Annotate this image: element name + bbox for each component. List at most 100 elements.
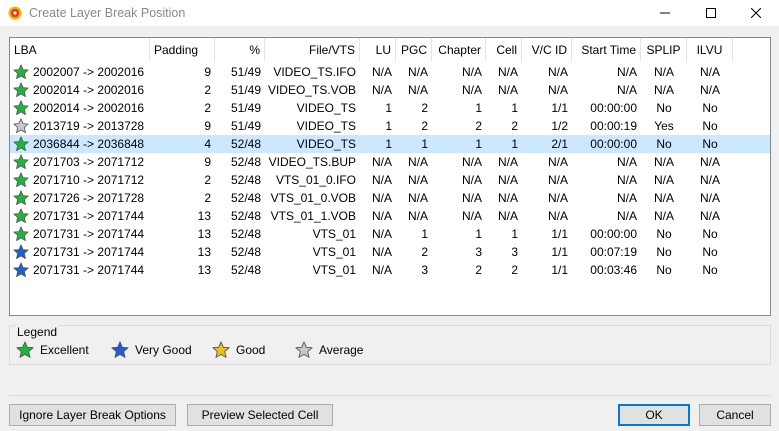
ignore-layer-break-button[interactable]: Ignore Layer Break Options	[9, 404, 176, 426]
column-header-chapter[interactable]: Chapter	[432, 38, 486, 62]
cell-lu: 1	[385, 119, 392, 133]
cell-padding: 9	[204, 65, 211, 79]
table-row-selected[interactable]: 2036844 -> 2036848 4 52/48 VIDEO_TS 1 1 1 1 2/1 0…	[10, 135, 770, 153]
cell-file-vts: VIDEO_TS	[296, 119, 356, 133]
table-row[interactable]: 2071731 -> 2071744 13 52/48 VTS_01 N/A 2 3 3 1/1…	[10, 243, 770, 261]
column-header-cell[interactable]: Cell	[486, 38, 522, 62]
legend-title: Legend	[16, 325, 59, 339]
cell-vc-id: N/A	[547, 209, 568, 223]
cell-padding: 2	[204, 83, 211, 97]
cell-start-time: 00:00:19	[590, 119, 637, 133]
minimize-icon	[660, 12, 670, 14]
cell-file-vts: VIDEO_TS.IFO	[273, 65, 356, 79]
legend-group: Legend Excellent Very Good Good Average	[9, 325, 771, 365]
table-row[interactable]: 2071726 -> 2071728 2 52/48 VTS_01_0.VOB N/A N…	[10, 189, 770, 207]
maximize-button[interactable]	[688, 0, 734, 26]
column-header-pgc[interactable]: PGC	[396, 38, 432, 62]
table-row[interactable]: 2013719 -> 2013728 9 51/49 VIDEO_TS 1 2 2 2 1/2 0…	[10, 117, 770, 135]
cell-lba-container: 2071726 -> 2071728	[10, 189, 150, 207]
cell-start-time: 00:00:00	[590, 101, 637, 115]
column-header-percent[interactable]: %	[215, 38, 265, 62]
cell-splip: No	[656, 227, 672, 241]
cell-percent: 52/48	[230, 209, 261, 223]
table-row[interactable]: 2002014 -> 2002016 2 51/49 VIDEO_TS 1 2 1 1 1/1 0…	[10, 99, 770, 117]
cell-lba-container: 2071703 -> 2071712	[10, 153, 150, 171]
cell-splip: N/A	[653, 65, 674, 79]
cell-start-time: N/A	[616, 209, 637, 223]
layer-break-list[interactable]: LBA Padding% File/VTS LU PGC Chapter Cell V/C I…	[9, 37, 771, 316]
cell-lu: N/A	[371, 209, 392, 223]
table-row[interactable]: 2071731 -> 2071744 13 52/48 VTS_01_1.VOB N/A…	[10, 207, 770, 225]
star-blue-icon	[111, 341, 129, 358]
cell-splip: No	[656, 137, 672, 151]
table-row[interactable]: 2002007 -> 2002016 9 51/49 VIDEO_TS.IFO N/A N…	[10, 63, 770, 81]
column-header-lba[interactable]: LBA	[10, 38, 150, 62]
table-row[interactable]: 2071731 -> 2071744 13 52/48 VTS_01 N/A 1 1 1 1/1…	[10, 225, 770, 243]
column-header-lu[interactable]: LU	[360, 38, 396, 62]
star-green-icon	[13, 100, 29, 116]
cell-percent: 52/48	[230, 227, 261, 241]
cell-percent: 52/48	[230, 173, 261, 187]
cell-chapter: N/A	[461, 209, 482, 223]
cell-padding: 13	[197, 263, 211, 277]
star-green-icon	[13, 172, 29, 188]
table-row[interactable]: 2071710 -> 2071712 2 52/48 VTS_01_0.IFO N/A N…	[10, 171, 770, 189]
cell-lba: 2071731 -> 2071744	[33, 263, 145, 277]
cell-pgc: N/A	[407, 191, 428, 205]
cell-ilvu: N/A	[699, 155, 720, 169]
cell-chapter: N/A	[461, 191, 482, 205]
cell-start-time: 00:03:46	[590, 263, 637, 277]
cell-pgc: 3	[421, 263, 428, 277]
column-header-ilvu[interactable]: ILVU	[687, 38, 733, 62]
column-header-start-time[interactable]: Start Time	[572, 38, 641, 62]
legend-label: Excellent	[40, 343, 89, 357]
star-green-icon	[13, 190, 29, 206]
cell-file-vts: VTS_01	[312, 227, 356, 241]
cell-padding: 13	[197, 227, 211, 241]
cell-vc-id: N/A	[547, 65, 568, 79]
ok-button[interactable]: OK	[618, 404, 690, 426]
cell-splip: No	[656, 101, 672, 115]
close-button[interactable]	[733, 0, 779, 26]
cell-lba-container: 2071710 -> 2071712	[10, 171, 150, 189]
cell-pgc: 1	[421, 137, 428, 151]
column-header-file-vts[interactable]: File/VTS	[265, 38, 360, 62]
column-header-vc-id[interactable]: V/C ID	[522, 38, 572, 62]
cell-lu: N/A	[371, 173, 392, 187]
cell-cell: N/A	[497, 155, 518, 169]
cancel-button[interactable]: Cancel	[699, 404, 771, 426]
cell-chapter: 1	[475, 101, 482, 115]
cell-chapter: 1	[475, 137, 482, 151]
legend-item-good: Good	[212, 341, 265, 359]
cell-padding: 9	[204, 155, 211, 169]
table-row[interactable]: 2002014 -> 2002016 2 51/49 VIDEO_TS.VOB N/A N…	[10, 81, 770, 99]
cell-padding: 2	[204, 101, 211, 115]
cell-cell: 2	[511, 263, 518, 277]
cell-pgc: 2	[421, 101, 428, 115]
table-row[interactable]: 2071731 -> 2071744 13 52/48 VTS_01 N/A 3 2 2 1/1…	[10, 261, 770, 279]
column-header-padding[interactable]: Padding	[150, 38, 215, 62]
cell-percent: 52/48	[230, 245, 261, 259]
column-header-splip[interactable]: SPLIP	[641, 38, 687, 62]
cell-ilvu: N/A	[699, 173, 720, 187]
cell-pgc: N/A	[407, 83, 428, 97]
cell-file-vts: VTS_01	[312, 263, 356, 277]
cell-ilvu: No	[702, 263, 718, 277]
cell-pgc: N/A	[407, 209, 428, 223]
legend-item-very-good: Very Good	[111, 341, 192, 359]
cell-start-time: N/A	[616, 173, 637, 187]
star-green-icon	[13, 82, 29, 98]
minimize-button[interactable]	[642, 0, 688, 26]
star-blue-icon	[13, 244, 29, 260]
cell-percent: 51/49	[230, 119, 261, 133]
cell-splip: Yes	[654, 119, 674, 133]
cell-percent: 51/49	[230, 83, 261, 97]
cell-chapter: 3	[475, 245, 482, 259]
cell-ilvu: N/A	[699, 83, 720, 97]
legend-label: Good	[236, 343, 266, 357]
preview-selected-cell-button[interactable]: Preview Selected Cell	[187, 404, 333, 426]
separator	[9, 395, 771, 396]
cell-chapter: 1	[475, 227, 482, 241]
cell-padding: 13	[197, 209, 211, 223]
table-row[interactable]: 2071703 -> 2071712 9 52/48 VIDEO_TS.BUP N/A N…	[10, 153, 770, 171]
